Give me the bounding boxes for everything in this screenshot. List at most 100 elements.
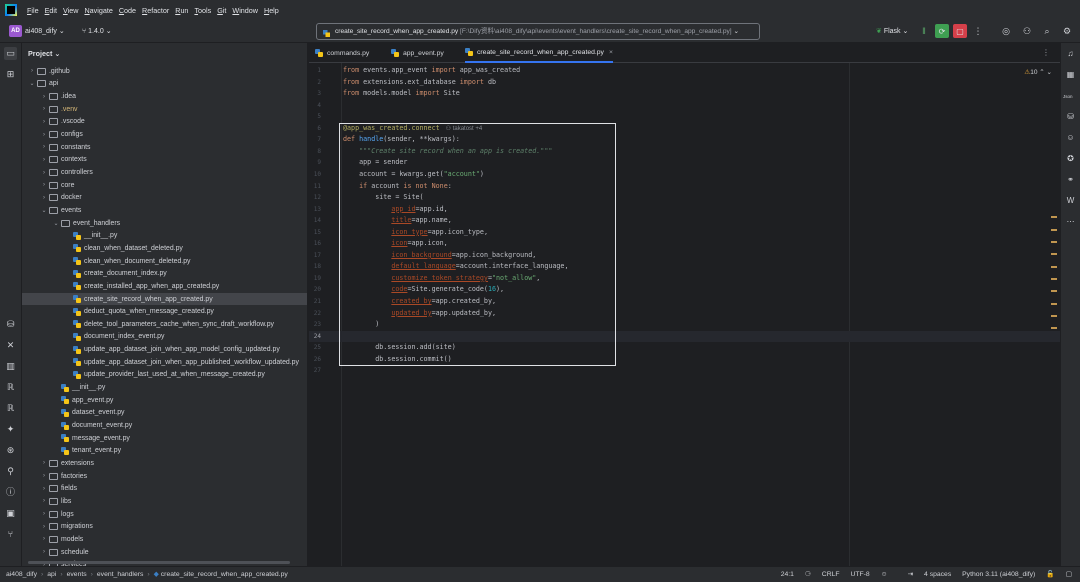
chevron-right-icon[interactable]: › [40, 119, 48, 125]
tree-file[interactable]: update_app_dataset_join_when_app_publish… [22, 356, 307, 369]
breadcrumb-item[interactable]: events [67, 571, 87, 578]
run-button[interactable]: ⟳ [935, 24, 949, 38]
line-number[interactable]: 1 [309, 65, 321, 77]
chevron-right-icon[interactable]: › [28, 68, 36, 74]
tabs-menu-icon[interactable]: ⋮ [1042, 48, 1050, 57]
tree-file[interactable]: __init__.py [22, 381, 307, 394]
menu-file[interactable]: File [27, 6, 39, 15]
chevron-right-icon[interactable]: › [40, 511, 48, 517]
line-number[interactable]: 15 [309, 227, 321, 239]
ai-status-icon[interactable]: ☺ [881, 571, 888, 578]
line-number[interactable]: 19 [309, 273, 321, 285]
code-line[interactable]: 5 [309, 111, 1060, 123]
tree-file[interactable]: __init__.py [22, 229, 307, 242]
services-icon[interactable]: ✦ [4, 423, 17, 436]
interpreter-selector[interactable]: Python 3.11 (ai408_dify) [962, 571, 1035, 578]
ai-chat-icon[interactable]: ✪ [1064, 152, 1077, 165]
menu-navigate[interactable]: Navigate [84, 6, 112, 15]
rest-client-icon[interactable]: ℝ [4, 381, 17, 394]
line-number[interactable]: 17 [309, 250, 321, 262]
line-number[interactable]: 11 [309, 181, 321, 193]
line-endings[interactable]: CRLF [822, 571, 840, 578]
tree-folder[interactable]: › .github [22, 65, 307, 78]
wolai-icon[interactable]: W [1064, 194, 1077, 207]
readonly-icon[interactable]: ▢ [1066, 571, 1072, 578]
chevron-right-icon[interactable]: › [40, 170, 48, 176]
remote-icon[interactable]: ℝ [4, 402, 17, 415]
tree-file[interactable]: message_event.py [22, 432, 307, 445]
code-line[interactable]: 1 from events.app_event import app_was_cr… [309, 65, 1060, 77]
json-tool-icon[interactable]: Json [1063, 94, 1073, 99]
scroll-mark[interactable] [1051, 266, 1057, 268]
line-number[interactable]: 8 [309, 146, 321, 158]
chevron-right-icon[interactable]: › [40, 536, 48, 542]
endpoints-icon[interactable]: ⚭ [1064, 173, 1077, 186]
database-icon[interactable]: ⛁ [1064, 110, 1077, 123]
problems-icon[interactable]: ⓘ [4, 486, 17, 499]
tree-folder[interactable]: ⌄ event_handlers [22, 217, 307, 230]
tree-folder[interactable]: ⌄ api [22, 78, 307, 91]
chevron-right-icon[interactable]: › [40, 106, 48, 112]
menu-help[interactable]: Help [264, 6, 279, 15]
line-number[interactable]: 26 [309, 354, 321, 366]
tree-folder[interactable]: › configs [22, 128, 307, 141]
line-number[interactable]: 3 [309, 88, 321, 100]
menu-run[interactable]: Run [175, 6, 188, 15]
menu-tools[interactable]: Tools [194, 6, 211, 15]
file-encoding[interactable]: UTF-8 [850, 571, 869, 578]
run-config-selector[interactable]: ❦ Flask ⌄ [876, 27, 908, 35]
tree-folder[interactable]: › models [22, 533, 307, 546]
tree-file[interactable]: clean_when_document_deleted.py [22, 255, 307, 268]
more-actions-icon[interactable]: ⋮ [972, 25, 984, 37]
chevron-right-icon[interactable]: › [40, 195, 48, 201]
scroll-mark[interactable] [1051, 327, 1057, 329]
project-badge[interactable]: AD [9, 25, 22, 37]
scroll-mark[interactable] [1051, 315, 1057, 317]
scroll-mark[interactable] [1051, 229, 1057, 231]
search-icon[interactable]: ⌕ [1041, 25, 1053, 37]
editor-tab[interactable]: app_event.py [391, 43, 444, 63]
more-tools-icon[interactable]: ⋯ [1064, 215, 1077, 228]
tree-file[interactable]: clean_when_dataset_deleted.py [22, 242, 307, 255]
python-console-icon[interactable]: ⚲ [4, 465, 17, 478]
code-editor[interactable]: 1 from events.app_event import app_was_cr… [309, 63, 1060, 566]
tree-folder[interactable]: › factories [22, 470, 307, 483]
tree-folder[interactable]: › libs [22, 495, 307, 508]
tree-folder[interactable]: › core [22, 179, 307, 192]
menu-refactor[interactable]: Refactor [142, 6, 169, 15]
tree-folder[interactable]: › schedule [22, 546, 307, 559]
tree-file[interactable]: tenant_event.py [22, 445, 307, 458]
scroll-mark[interactable] [1051, 290, 1057, 292]
tree-folder[interactable]: › docker [22, 192, 307, 205]
tree-folder[interactable]: ⌄ events [22, 204, 307, 217]
code-line[interactable]: 27 [309, 365, 1060, 377]
tree-file[interactable]: update_provider_last_used_at_when_messag… [22, 369, 307, 382]
breadcrumb-item[interactable]: event_handlers [97, 571, 143, 578]
line-number[interactable]: 21 [309, 296, 321, 308]
scroll-mark[interactable] [1051, 216, 1057, 218]
tree-folder[interactable]: › .idea [22, 90, 307, 103]
tree-file[interactable]: create_installed_app_when_app_created.py [22, 280, 307, 293]
lock-icon[interactable]: 🔓 [1046, 571, 1054, 578]
code-line[interactable]: 4 [309, 100, 1060, 112]
chevron-right-icon[interactable]: › [40, 182, 48, 188]
line-number[interactable]: 24 [309, 331, 321, 343]
plugin-icon[interactable]: ⊛ [4, 444, 17, 457]
line-number[interactable]: 2 [309, 77, 321, 89]
breadcrumb-item[interactable]: create_site_record_when_app_created.py [161, 571, 288, 578]
editor-tab[interactable]: create_site_record_when_app_created.py × [465, 43, 613, 63]
project-tool-icon[interactable]: ▭ [4, 47, 17, 60]
line-number[interactable]: 13 [309, 204, 321, 216]
recent-file-switcher[interactable]: create_site_record_when_app_created.py [… [316, 23, 760, 40]
menu-code[interactable]: Code [119, 6, 136, 15]
chevron-right-icon[interactable]: › [40, 94, 48, 100]
git-icon[interactable]: ⑂ [4, 528, 17, 541]
tree-file[interactable]: delete_tool_parameters_cache_when_sync_d… [22, 318, 307, 331]
line-number[interactable]: 27 [309, 365, 321, 377]
tree-folder[interactable]: › constants [22, 141, 307, 154]
tree-folder[interactable]: › .vscode [22, 116, 307, 129]
terminal-icon[interactable]: ▣ [4, 507, 17, 520]
caret-position[interactable]: 24:1 [781, 571, 794, 578]
line-number[interactable]: 5 [309, 111, 321, 123]
branch-selector[interactable]: ⑂ 1.4.0 ⌄ [82, 27, 112, 35]
